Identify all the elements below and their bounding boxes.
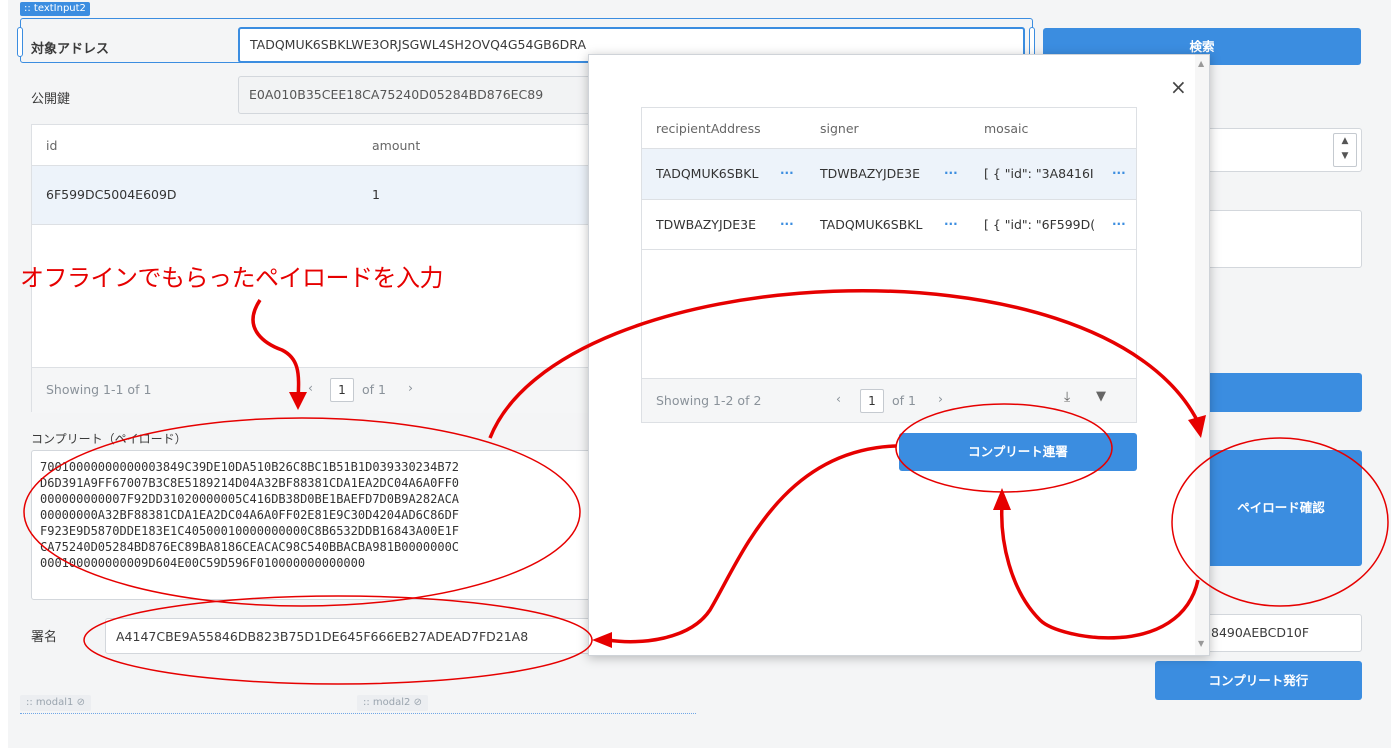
payload-line: F923E9D5870DDE183E1C40500010000000000C8B… xyxy=(40,524,460,538)
column-header-mosaic[interactable]: mosaic xyxy=(984,121,1028,136)
complete-cosign-button[interactable]: コンプリート連署 xyxy=(899,433,1137,471)
cell-signer: TADQMUK6SBKL xyxy=(820,217,923,232)
public-key-input[interactable]: E0A010B35CEE18CA75240D05284BD876EC89 xyxy=(238,76,598,114)
payload-line: CA75240D05284BD876EC89BA8186CEACAC98C540… xyxy=(40,540,460,554)
expand-cell-icon[interactable]: ··· xyxy=(944,166,958,180)
cell-mosaic: [ { "id": "3A8416I xyxy=(984,166,1094,181)
cell-id: 6F599DC5004E609D xyxy=(46,187,177,202)
text-input-component-tag[interactable]: :: textInput2 xyxy=(20,2,90,16)
signature-tail-input[interactable]: 8490AEBCD10F xyxy=(1200,614,1362,652)
left-resize-handle[interactable] xyxy=(17,27,23,57)
public-key-label: 公開鍵 xyxy=(31,92,71,107)
page-number-input[interactable]: 1 xyxy=(860,389,884,413)
action-button[interactable] xyxy=(1200,373,1362,412)
expand-cell-icon[interactable]: ··· xyxy=(944,217,958,231)
table-footer: Showing 1-1 of 1 ‹ 1 of 1 › xyxy=(32,367,602,413)
stepper-arrows-icon[interactable]: ▲ ▼ xyxy=(1333,133,1357,167)
prev-page-icon[interactable]: ‹ xyxy=(836,391,841,406)
column-header-amount[interactable]: amount xyxy=(372,138,420,153)
complete-issue-button[interactable]: コンプリート発行 xyxy=(1155,661,1362,700)
filter-icon[interactable]: ▼ xyxy=(1096,389,1106,404)
cosign-modal: × ▲ ▼ recipientAddress signer mosaic TAD… xyxy=(588,54,1210,656)
address-label: 対象アドレス xyxy=(31,42,110,57)
signature-label: 署名 xyxy=(31,630,58,645)
page-total: of 1 xyxy=(362,382,386,397)
next-page-icon[interactable]: › xyxy=(408,380,413,395)
expand-cell-icon[interactable]: ··· xyxy=(780,217,794,231)
column-header-id[interactable]: id xyxy=(46,138,57,153)
payload-line: 00000000A32BF88381CDA1EA2DC04A6A0FF02E81… xyxy=(40,508,460,522)
next-page-icon[interactable]: › xyxy=(938,391,943,406)
table-row[interactable]: TDWBAZYJDE3E ··· TADQMUK6SBKL ··· [ { "i… xyxy=(642,199,1136,250)
payload-textarea[interactable]: 70010000000000003849C39DE10DA510B26C8BC1… xyxy=(31,450,601,600)
expand-cell-icon[interactable]: ··· xyxy=(1112,217,1126,231)
payload-line: 70010000000000003849C39DE10DA510B26C8BC1… xyxy=(40,460,460,474)
showing-count: Showing 1-2 of 2 xyxy=(656,393,762,408)
table-row[interactable]: TADQMUK6SBKL ··· TDWBAZYJDE3E ··· [ { "i… xyxy=(642,148,1136,199)
amount-stepper[interactable]: ▲ ▼ xyxy=(1200,128,1362,172)
modal-scrollbar[interactable]: ▲ ▼ xyxy=(1195,55,1209,655)
payload-check-button[interactable]: ペイロード確認 xyxy=(1200,450,1362,566)
cell-mosaic: [ { "id": "6F599D( xyxy=(984,217,1096,232)
scroll-down-icon[interactable]: ▼ xyxy=(1198,639,1204,648)
cell-amount: 1 xyxy=(372,187,380,202)
prev-page-icon[interactable]: ‹ xyxy=(308,380,313,395)
expand-cell-icon[interactable]: ··· xyxy=(1112,166,1126,180)
payload-label: コンプリート（ペイロード） xyxy=(31,432,187,446)
right-resize-handle[interactable] xyxy=(1029,27,1035,57)
cell-recipient-address: TDWBAZYJDE3E xyxy=(656,217,757,232)
page-total: of 1 xyxy=(892,393,916,408)
cell-recipient-address: TADQMUK6SBKL xyxy=(656,166,759,181)
message-input[interactable] xyxy=(1200,210,1362,268)
download-icon[interactable]: ⤓ xyxy=(1064,389,1070,405)
payload-line: 000000000007F92DD31020000005C416DB38D0BE… xyxy=(40,492,460,506)
signature-input[interactable]: A4147CBE9A55846DB823B75D1DE645F666EB27AD… xyxy=(105,618,600,654)
page-number-input[interactable]: 1 xyxy=(330,378,354,402)
payload-line: 000100000000009D604E00C59D596F0100000000… xyxy=(40,556,366,570)
column-header-recipient-address[interactable]: recipientAddress xyxy=(656,121,761,136)
column-header-signer[interactable]: signer xyxy=(820,121,859,136)
modal2-component-tag[interactable]: :: modal2 ⊘ xyxy=(357,695,428,711)
showing-count: Showing 1-1 of 1 xyxy=(46,382,152,397)
table-row[interactable]: 6F599DC5004E609D 1 xyxy=(32,165,602,225)
annotation-text: オフラインでもらったペイロードを入力 xyxy=(20,264,444,292)
expand-cell-icon[interactable]: ··· xyxy=(780,166,794,180)
modal1-component-tag[interactable]: :: modal1 ⊘ xyxy=(20,695,91,711)
payload-line: D6D391A9FF67007B3C8E5189214D04A32BF88381… xyxy=(40,476,460,490)
table-footer: Showing 1-2 of 2 ‹ 1 of 1 › ⤓ ▼ xyxy=(642,378,1136,422)
modal-placeholder-divider xyxy=(20,713,696,714)
transaction-table: recipientAddress signer mosaic TADQMUK6S… xyxy=(641,107,1137,423)
scroll-up-icon[interactable]: ▲ xyxy=(1198,59,1204,68)
cell-signer: TDWBAZYJDE3E xyxy=(820,166,921,181)
close-icon[interactable]: × xyxy=(1170,75,1187,99)
